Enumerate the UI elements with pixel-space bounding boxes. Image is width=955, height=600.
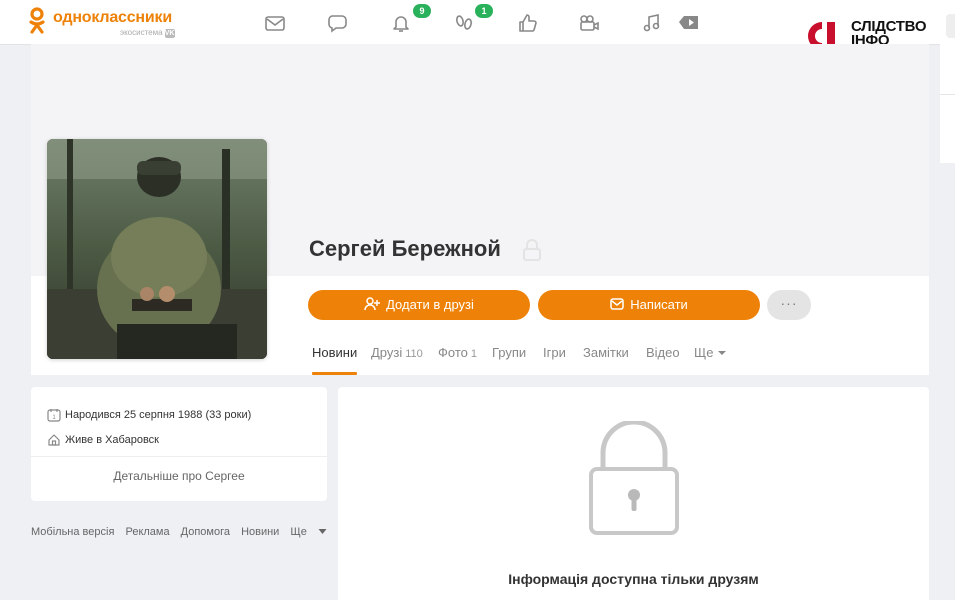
bell-icon[interactable] [390,12,412,34]
footer-link-more[interactable]: Ще [290,526,327,538]
calendar-icon: 1 [47,409,61,422]
locked-content-card: Інформація доступна тільки друзям [338,387,929,600]
like-icon[interactable] [516,12,538,34]
right-panel-button[interactable] [946,14,955,38]
add-user-icon [364,297,381,311]
tab-groups[interactable]: Групи [492,345,526,360]
avatar-photo [47,139,267,359]
ok-logo-icon [29,7,45,34]
footer-link-help[interactable]: Допомога [181,526,230,538]
footer-links: Мобільна версія Реклама Допомога Новини … [31,526,335,538]
guests-badge: 1 [475,4,493,18]
svg-text:1: 1 [52,415,56,421]
envelope-icon [610,298,624,310]
chat-icon[interactable] [327,12,349,34]
footer-link-ads[interactable]: Реклама [125,526,169,538]
private-profile-lock-icon [523,239,541,261]
info-divider [31,456,327,457]
add-friend-button[interactable]: Додати в друзі [308,290,530,320]
footprints-icon[interactable] [453,12,475,34]
write-message-button[interactable]: Написати [538,290,760,320]
logo-subtitle: экосистема VK [120,28,175,38]
locked-message: Інформація доступна тільки друзям [508,571,759,587]
ok-logo[interactable]: одноклассники экосистема VK [28,7,188,39]
logo-text: одноклассники [53,9,172,26]
tab-games[interactable]: Ігри [543,345,566,360]
active-tab-indicator [312,372,357,375]
more-about-link[interactable]: Детальніше про Сергее [31,469,327,483]
profile-name: Сергей Бережной [309,236,501,261]
footer-link-news[interactable]: Новини [241,526,279,538]
tab-videos[interactable]: Відео [646,345,680,360]
tab-news[interactable]: Новини [312,345,357,360]
tab-notes[interactable]: Замітки [583,345,629,360]
home-icon [48,434,60,446]
video-camera-icon[interactable] [578,12,600,34]
lock-icon [589,421,679,535]
tab-more[interactable]: Ще [694,345,727,360]
tab-photos[interactable]: Фото 1 [438,345,477,360]
mail-icon[interactable] [264,12,286,34]
profile-info-card: 1 Народився 25 серпня 1988 (33 роки) Жив… [31,387,327,501]
chevron-down-icon [318,529,327,534]
more-actions-button[interactable]: ··· [767,290,811,320]
profile-avatar[interactable] [47,139,267,359]
notifications-badge: 9 [413,4,431,18]
tab-friends[interactable]: Друзі 110 [371,345,423,360]
chevron-down-icon [718,351,727,355]
music-icon[interactable] [641,12,663,34]
play-icon[interactable] [678,12,700,34]
right-side-panel-lower [940,94,955,163]
footer-link-mobile[interactable]: Мобільна версія [31,526,114,538]
right-side-panel [940,44,955,94]
